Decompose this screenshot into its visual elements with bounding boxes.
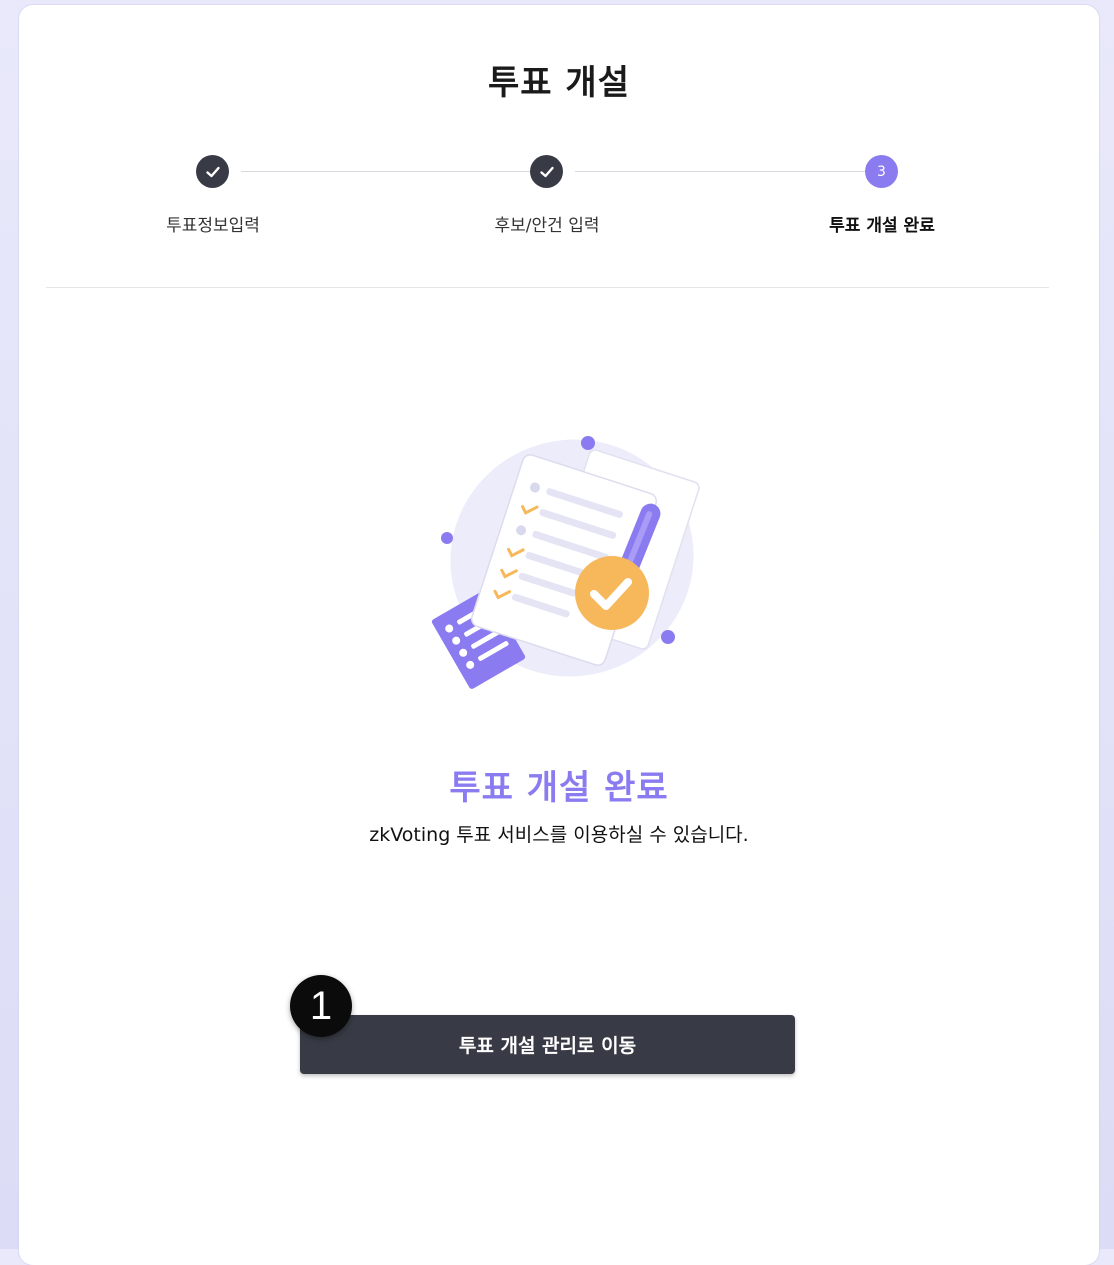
step-2-label: 후보/안건 입력 — [494, 216, 600, 236]
section-divider — [46, 287, 1049, 288]
completion-description: zkVoting 투표 서비스를 이용하실 수 있습니다. — [369, 824, 749, 846]
check-icon — [539, 166, 554, 177]
step-3-indicator: 3 — [865, 155, 898, 188]
checklist-document-illustration — [431, 436, 700, 689]
step-marker-badge: 1 — [290, 975, 352, 1037]
step-1-label: 투표정보입력 — [166, 216, 260, 236]
completion-title: 투표 개설 완료 — [449, 768, 669, 808]
step-connector — [241, 171, 531, 172]
progress-stepper: 3 투표정보입력 후보/안건 입력 투표 개설 완료 — [19, 5, 1099, 265]
main-card: 투표 개설 3 투표정보입력 후보/안건 입력 투표 개설 완료 투표 개설 완… — [19, 5, 1099, 1265]
step-3-label: 투표 개설 완료 — [829, 216, 935, 236]
step-1-indicator — [196, 155, 229, 188]
step-2-indicator — [530, 155, 563, 188]
step-connector — [575, 171, 865, 172]
check-icon — [205, 166, 220, 177]
go-to-vote-management-button[interactable]: 투표 개설 관리로 이동 — [300, 1015, 795, 1074]
